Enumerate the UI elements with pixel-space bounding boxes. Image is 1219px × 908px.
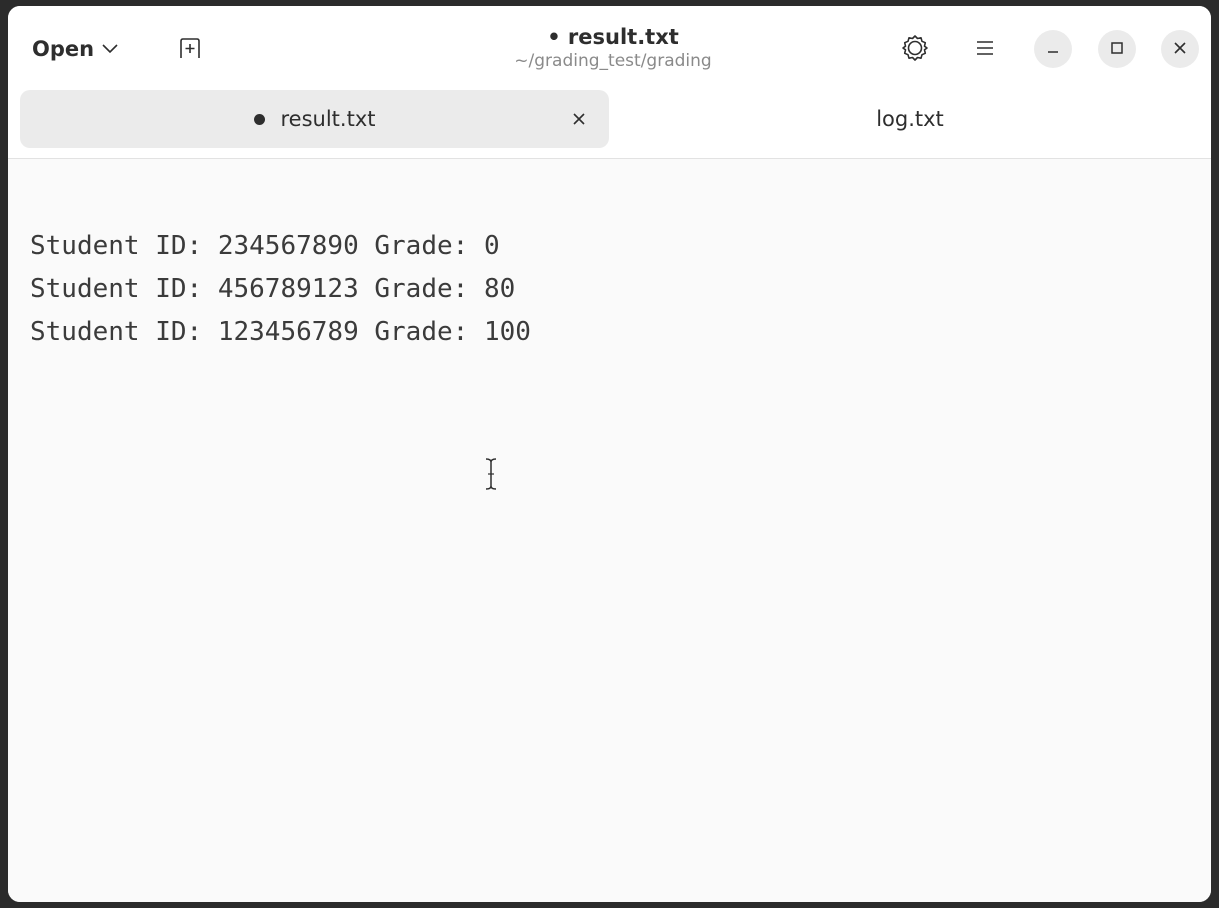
tab-label: log.txt [876,107,944,131]
maximize-button[interactable] [1098,30,1136,68]
editor-content[interactable]: Student ID: 234567890 Grade: 0 Student ID… [30,225,531,354]
hamburger-menu-icon [975,39,995,61]
window-title-block: • result.txt ~/grading_test/grading [408,24,818,72]
main-menu-button[interactable] [965,30,1005,70]
open-button[interactable]: Open [20,30,130,68]
settings-gear-icon [901,34,929,66]
editor-line: Student ID: 123456789 Grade: 100 [30,317,531,347]
editor-line: Student ID: 456789123 Grade: 80 [30,274,516,304]
text-editor-area[interactable]: Student ID: 234567890 Grade: 0 Student ID… [8,159,1211,902]
tab-close-button[interactable] [563,103,595,135]
close-icon [572,107,586,131]
close-window-button[interactable] [1161,30,1199,68]
modified-indicator-icon [253,113,265,125]
close-icon [1173,40,1187,59]
window-subtitle: ~/grading_test/grading [514,51,712,71]
tab-log-txt[interactable]: log.txt [620,90,1200,148]
new-tab-icon [178,37,202,63]
maximize-icon [1110,40,1124,59]
open-button-label: Open [32,37,95,61]
minimize-icon [1046,40,1060,59]
tab-result-txt[interactable]: result.txt [20,90,609,148]
window-title: • result.txt [547,25,679,49]
text-editor-window: Open • result.txt ~/grading_test/grading [8,6,1211,902]
chevron-down-icon [102,44,118,54]
new-tab-button[interactable] [172,32,208,68]
minimize-button[interactable] [1034,30,1072,68]
text-cursor-icon [484,457,498,495]
editor-line: Student ID: 234567890 Grade: 0 [30,231,500,261]
header-bar: Open • result.txt ~/grading_test/grading [8,6,1211,90]
settings-button[interactable] [895,30,935,70]
tab-bar: result.txt log.txt [8,90,1211,159]
tab-label: result.txt [280,107,376,131]
